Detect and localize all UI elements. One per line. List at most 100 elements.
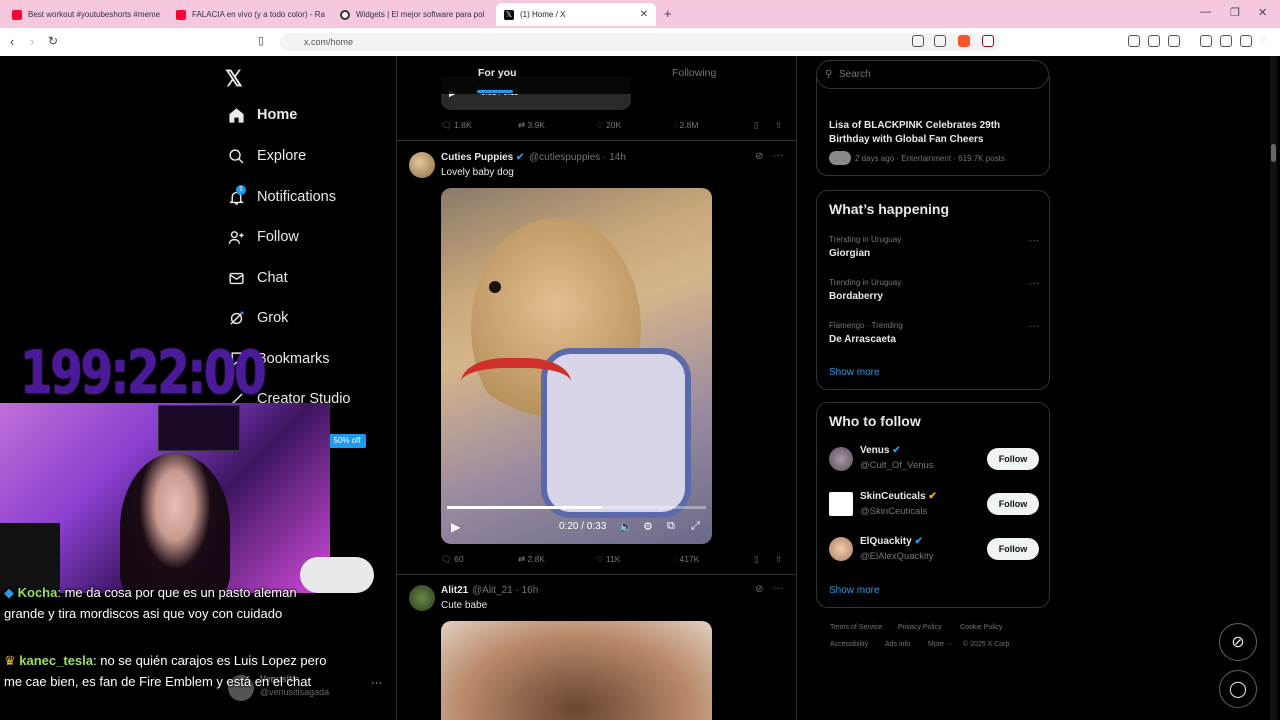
repost-button[interactable]: ⇄ 2.8K <box>518 554 545 565</box>
footer-accessibility[interactable]: Accessibility <box>830 641 868 648</box>
volume-icon[interactable]: 🔈 <box>619 520 633 533</box>
views-count[interactable]: ⫶ 417K <box>675 554 699 565</box>
avatar[interactable] <box>829 447 853 471</box>
puzzle-icon[interactable] <box>1148 35 1160 47</box>
minimize-icon[interactable]: — <box>1200 6 1211 18</box>
extension-icon[interactable] <box>1128 35 1140 47</box>
url-field[interactable]: x.com/home <box>280 33 1000 51</box>
views-count[interactable]: ⫶ 2.8M <box>675 120 698 131</box>
new-tab-icon[interactable]: + <box>664 6 672 21</box>
video-progress-track[interactable] <box>447 506 706 509</box>
forward-icon[interactable]: › <box>30 34 34 49</box>
more-icon[interactable]: ··· <box>371 677 382 689</box>
more-icon[interactable]: ··· <box>773 583 783 594</box>
grok-button[interactable]: ⊘ <box>1219 623 1257 661</box>
tab-following[interactable]: Following <box>672 67 716 79</box>
share-icon[interactable] <box>934 35 946 47</box>
footer-more[interactable]: More ··· <box>928 641 953 648</box>
account-name[interactable]: SkinCeuticals ✔ <box>860 491 937 502</box>
trend-name[interactable]: Bordaberry <box>829 291 883 302</box>
browser-tab[interactable]: Best workout #youtubeshorts #meme <box>4 3 162 26</box>
post-image[interactable] <box>441 621 712 720</box>
scrollbar[interactable] <box>1270 56 1277 720</box>
divider <box>397 140 796 141</box>
repost-button[interactable]: ⇄ 3.9K <box>518 120 545 131</box>
wallet-icon[interactable] <box>1220 35 1232 47</box>
trend-name[interactable]: De Arrascaeta <box>829 334 896 345</box>
trend-context: Trending in Uruguay <box>829 278 902 287</box>
bookmark-page-icon[interactable]: ▯ <box>258 34 264 47</box>
chat-button[interactable]: ◯ <box>1219 670 1257 708</box>
avatar[interactable] <box>829 537 853 561</box>
browser-tab[interactable]: FALACIA en vivo (y a todo color) - Ra <box>168 3 326 26</box>
nav-explore[interactable]: Explore <box>227 147 306 165</box>
video-player[interactable]: ▶ 0:20 / 0:33 🔈 ⚙ ⧉ ⤢ <box>441 188 712 544</box>
nav-grok[interactable]: Grok <box>227 309 288 327</box>
account-name[interactable]: ElQuackity ✔ <box>860 536 923 547</box>
brave-shield-icon[interactable] <box>958 35 970 47</box>
nav-chat[interactable]: Chat <box>227 269 288 287</box>
like-button[interactable]: ♡ 20K <box>596 120 621 131</box>
share-icon[interactable]: ⇧ <box>775 120 782 131</box>
settings-icon[interactable]: ⚙ <box>643 520 653 533</box>
footer-cookie[interactable]: Cookie Policy <box>960 624 1002 631</box>
post-text: Lovely baby dog <box>441 167 514 178</box>
show-more-link[interactable]: Show more <box>829 367 880 378</box>
post-handle[interactable]: @cutiespuppies · 14h <box>529 152 626 163</box>
scrollbar-thumb[interactable] <box>1271 144 1276 162</box>
brave-rewards-icon[interactable] <box>982 35 994 47</box>
whats-happening-card: What’s happening Trending in Uruguay Gio… <box>816 190 1050 390</box>
music-icon[interactable] <box>1200 35 1212 47</box>
nav-home[interactable]: Home <box>227 106 297 124</box>
youtube-icon <box>176 9 186 20</box>
x-logo-icon[interactable]: 𝕏 <box>225 66 243 92</box>
browser-tab[interactable]: Widgets | El mejor software para pol <box>332 3 490 26</box>
tab-for-you[interactable]: For you <box>478 67 517 79</box>
show-more-link[interactable]: Show more <box>829 585 880 596</box>
follow-button[interactable]: Follow <box>987 448 1039 470</box>
bookmark-icon[interactable]: ▯ <box>754 554 759 565</box>
browser-tab-active[interactable]: 𝕏 (1) Home / X ✕ <box>496 3 656 26</box>
close-tab-icon[interactable]: ✕ <box>640 9 648 20</box>
more-icon[interactable]: ··· <box>773 150 783 161</box>
more-icon[interactable]: ··· <box>1029 235 1039 246</box>
avatar[interactable] <box>829 492 853 516</box>
avatar[interactable] <box>409 152 435 178</box>
more-icon[interactable]: ··· <box>1029 278 1039 289</box>
grok-icon[interactable]: ⊘ <box>755 584 763 595</box>
like-button[interactable]: ♡ 11K <box>596 554 620 565</box>
footer-terms[interactable]: Terms of Service <box>830 624 882 631</box>
trend-card[interactable]: Lisa of BLACKPINK Celebrates 29th Birthd… <box>816 76 1050 176</box>
leo-icon[interactable] <box>1240 35 1252 47</box>
grok-icon[interactable]: ⊘ <box>755 151 763 162</box>
follow-button[interactable]: Follow <box>987 493 1039 515</box>
footer-privacy[interactable]: Privacy Policy <box>898 624 942 631</box>
reload-icon[interactable]: ↻ <box>48 34 58 48</box>
fullscreen-icon[interactable]: ⤢ <box>691 520 700 533</box>
post-author-name[interactable]: Cuties Puppies ✔ <box>441 152 524 163</box>
account-handle: @Cult_Of_Venus <box>860 460 934 471</box>
cast-icon[interactable] <box>912 35 924 47</box>
more-icon[interactable]: ··· <box>1029 321 1039 332</box>
play-icon[interactable]: ▶ <box>451 520 460 534</box>
bookmark-icon[interactable]: ▯ <box>754 120 759 131</box>
account-name[interactable]: Venus ✔ <box>860 445 901 456</box>
post-handle[interactable]: @Alit_21 · 16h <box>472 585 538 596</box>
maximize-icon[interactable]: ❐ <box>1230 6 1240 19</box>
reply-button[interactable]: 🗨 1.8K <box>441 120 472 131</box>
pip-icon[interactable]: ⧉ <box>667 520 675 533</box>
chat-bubble-icon: ◯ <box>1229 681 1247 698</box>
trend-headline[interactable]: Lisa of BLACKPINK Celebrates 29th Birthd… <box>829 119 1029 147</box>
reply-button[interactable]: 🗨 60 <box>441 554 464 565</box>
footer-ads-info[interactable]: Ads info <box>885 641 910 648</box>
follow-button[interactable]: Follow <box>987 538 1039 560</box>
back-icon[interactable]: ‹ <box>10 34 14 49</box>
share-icon[interactable]: ⇧ <box>775 554 782 565</box>
avatar[interactable] <box>409 585 435 611</box>
sidebar-icon[interactable] <box>1168 35 1180 47</box>
menu-icon[interactable]: ≡ <box>1260 32 1272 46</box>
trend-name[interactable]: Giorgian <box>829 248 870 259</box>
nav-follow[interactable]: Follow <box>227 228 299 246</box>
post-author-name[interactable]: Alit21 <box>441 585 468 596</box>
close-window-icon[interactable]: ✕ <box>1258 6 1267 19</box>
